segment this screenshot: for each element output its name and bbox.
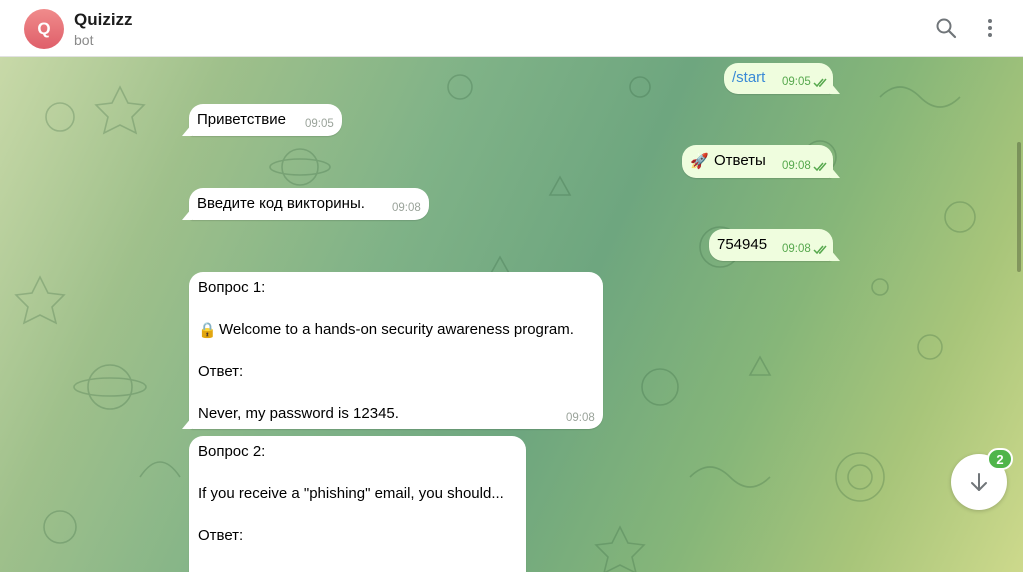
- message-text: Приветствие: [197, 111, 286, 128]
- message-time: 09:08: [782, 160, 811, 172]
- question-text: If you receive a "phishing" email, you s…: [198, 485, 504, 502]
- message-text: 754945: [717, 236, 768, 253]
- message-incoming-question[interactable]: Вопрос 2: If you receive a "phishing" em…: [189, 436, 526, 572]
- search-icon: [936, 18, 957, 39]
- message-incoming[interactable]: Введите код викторины. 09:08: [189, 188, 429, 220]
- double-check-icon: [813, 162, 827, 172]
- message-outgoing[interactable]: /start 09:05: [724, 63, 833, 94]
- message-outgoing[interactable]: 🚀 Ответы 09:08: [682, 145, 833, 178]
- question-text: Welcome to a hands-on security awareness…: [219, 321, 574, 338]
- message-time: 09:08: [782, 243, 811, 255]
- answer-label: Ответ:: [198, 527, 244, 544]
- message-time: 09:08: [566, 412, 595, 424]
- avatar[interactable]: Q: [24, 9, 64, 49]
- message-incoming[interactable]: Приветствие 09:05: [189, 104, 342, 136]
- double-check-icon: [813, 78, 827, 88]
- answer-label: Ответ:: [198, 363, 244, 380]
- question-label: Вопрос 2:: [198, 443, 266, 460]
- chat-header: Q Quizizz bot: [0, 0, 1023, 57]
- more-menu-button[interactable]: [978, 16, 1002, 40]
- question-label: Вопрос 1:: [198, 279, 266, 296]
- chat-subtitle: bot: [74, 32, 94, 48]
- search-button[interactable]: [934, 16, 958, 40]
- unread-count-badge: 2: [987, 448, 1013, 470]
- message-text: Введите код викторины.: [197, 195, 365, 212]
- chat-scrollbar[interactable]: [1017, 142, 1021, 272]
- message-text: Ответы: [714, 152, 766, 169]
- message-time: 09:08: [392, 202, 421, 214]
- message-incoming-question[interactable]: Вопрос 1: 🔒 Welcome to a hands-on securi…: [189, 272, 603, 429]
- chat-title[interactable]: Quizizz: [74, 10, 133, 30]
- bot-command-link[interactable]: /start: [732, 69, 765, 86]
- arrow-down-icon: [971, 473, 987, 491]
- answer-text: Never, my password is 12345.: [198, 405, 399, 422]
- message-time: 09:05: [305, 118, 334, 130]
- chat-area[interactable]: /start 09:05 Приветствие 09:05 🚀 Ответы …: [0, 57, 1023, 572]
- message-outgoing[interactable]: 754945 09:08: [709, 229, 833, 261]
- double-check-icon: [813, 245, 827, 255]
- more-vertical-icon: [988, 19, 992, 37]
- lock-icon: 🔒: [198, 322, 217, 339]
- message-time: 09:05: [782, 76, 811, 88]
- rocket-icon: 🚀: [690, 153, 709, 170]
